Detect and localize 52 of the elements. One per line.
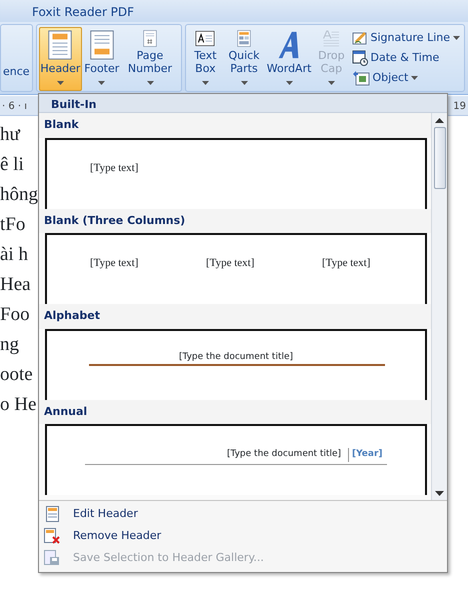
scroll-up-icon[interactable] — [435, 118, 444, 123]
header-icon — [47, 30, 74, 60]
placeholder-text: [Type text] — [206, 256, 254, 271]
gallery-item-title: Blank (Three Columns) — [39, 208, 431, 233]
text-box-button[interactable]: Text Box — [188, 27, 224, 91]
ruler-numbers: · 6 · ı — [2, 100, 28, 112]
header-preview[interactable]: [Type text] [Type text] [Type text] — [45, 233, 427, 304]
header-preview[interactable]: [Type the document title] [Year] — [45, 424, 427, 495]
placeholder-text: [Year] — [348, 448, 383, 462]
document-text: ê li — [0, 154, 24, 176]
header-preview[interactable]: [Type the document title] — [45, 328, 427, 400]
menu-item[interactable]: Remove Header — [39, 525, 447, 547]
gallery-item-title: Alphabet — [39, 304, 431, 328]
document-text: o He — [0, 394, 36, 416]
document-text: ài h — [0, 244, 28, 266]
object-icon — [352, 70, 370, 86]
document-text: Hea — [0, 274, 31, 296]
wordart-button[interactable]: WordArt — [264, 27, 314, 91]
document-text: oote — [0, 364, 33, 386]
placeholder-text: [Type the document title] — [178, 350, 294, 364]
page-icon — [46, 506, 58, 522]
page-number-button[interactable]: Page Number — [121, 27, 179, 91]
document-text: hư — [0, 124, 20, 146]
ruler-numbers: 19 — [453, 100, 466, 112]
signature-icon — [352, 30, 368, 46]
header-button[interactable]: Header — [38, 27, 82, 91]
placeholder-text: [Type text] — [90, 160, 138, 176]
signature-button[interactable]: Signature Line — [350, 29, 462, 48]
save-page-icon — [44, 550, 60, 566]
calendar-icon — [352, 50, 368, 66]
object-button[interactable]: Object — [350, 68, 462, 87]
window-title: Foxit Reader PDF — [32, 5, 134, 19]
document-text: Foo — [0, 304, 30, 326]
document-text: ng — [0, 334, 19, 356]
scrollbar-thumb[interactable] — [434, 127, 446, 189]
placeholder-text: [Type text] — [90, 256, 138, 271]
footer-icon — [88, 30, 115, 60]
footer-button[interactable]: Footer — [82, 27, 122, 91]
gallery-item-title: Annual — [39, 400, 431, 424]
gallery-item-title: Blank — [39, 113, 431, 138]
document-text: hông — [0, 184, 38, 206]
header-preview[interactable]: [Type text] — [45, 138, 427, 208]
placeholder-text: [Type the document title] — [227, 448, 342, 461]
ribbon-label: ence — [3, 64, 30, 80]
date-button[interactable]: Date & Time — [350, 48, 462, 68]
menu-item[interactable]: Edit Header — [39, 503, 447, 525]
scroll-down-icon[interactable] — [435, 491, 444, 496]
quick-parts-button[interactable]: Quick Parts — [223, 27, 265, 91]
document-text: tFo — [0, 214, 26, 236]
remove-page-icon — [44, 528, 60, 544]
placeholder-text: [Type text] — [322, 256, 370, 271]
gallery-heading: Built-In — [39, 94, 447, 113]
